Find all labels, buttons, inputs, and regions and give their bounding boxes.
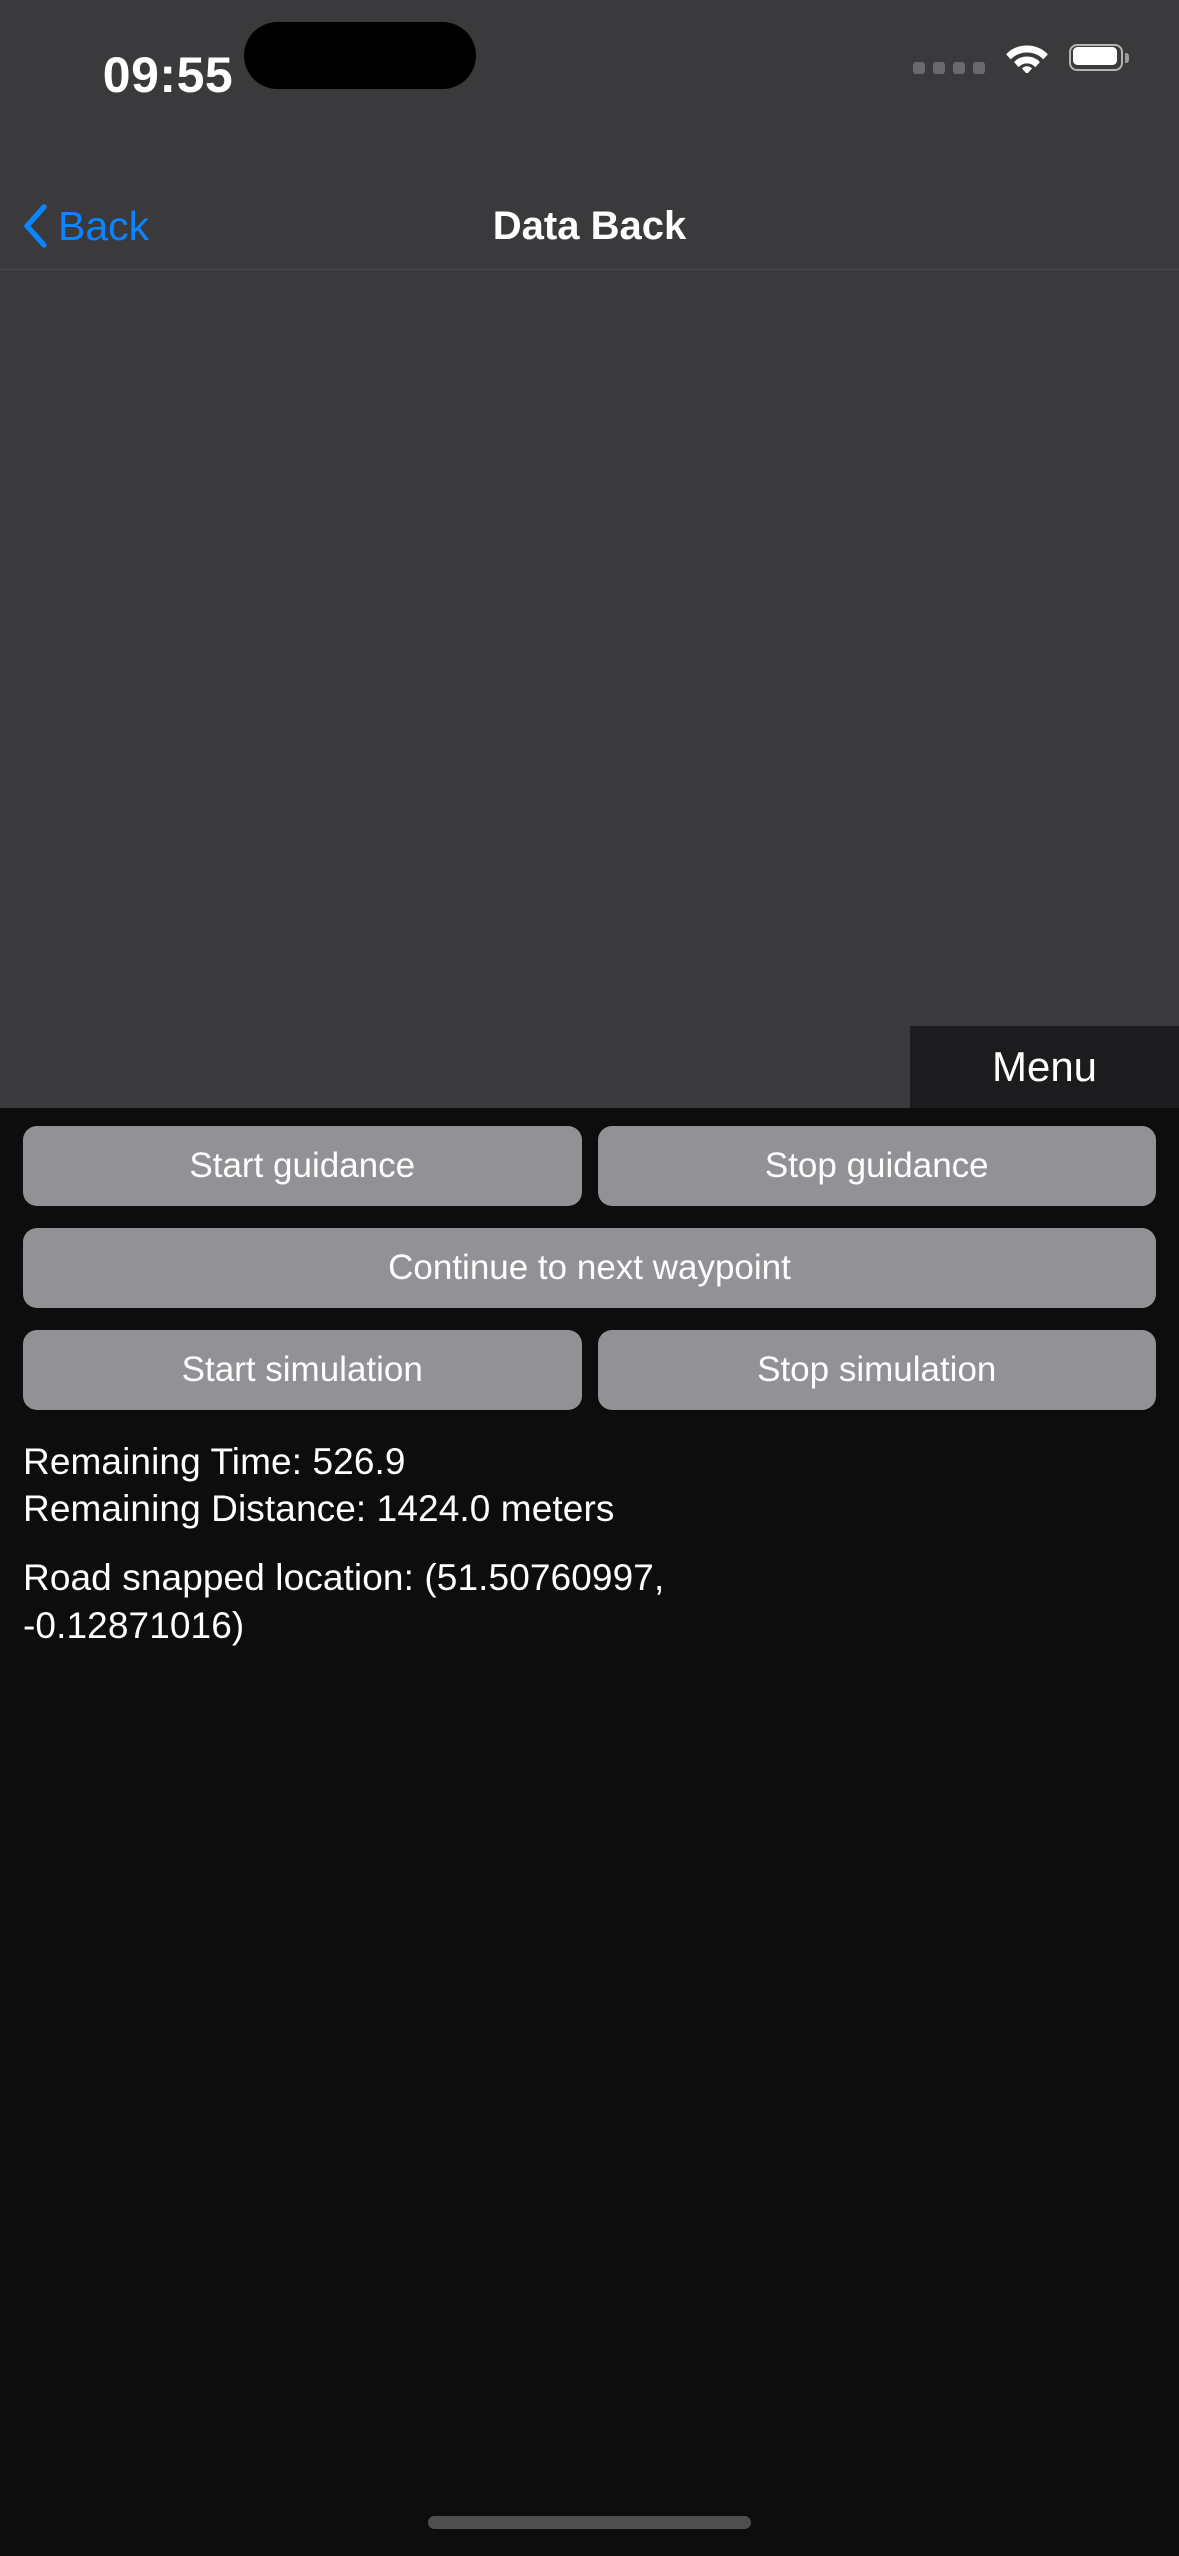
stop-guidance-button[interactable]: Stop guidance bbox=[597, 1126, 1156, 1206]
home-indicator[interactable] bbox=[428, 2515, 751, 2529]
road-snapped-location-line1: Road snapped location: (51.50760997, bbox=[23, 1557, 665, 1598]
road-snapped-location: Road snapped location: (51.50760997, -0.… bbox=[23, 1554, 1156, 1650]
road-snapped-location-line2: -0.12871016) bbox=[23, 1605, 245, 1646]
battery-full-icon bbox=[1069, 43, 1129, 71]
status-indicators bbox=[913, 40, 1129, 74]
wifi-icon bbox=[1005, 41, 1049, 73]
start-guidance-button[interactable]: Start guidance bbox=[23, 1126, 582, 1206]
status-time: 09:55 bbox=[102, 47, 234, 103]
menu-button[interactable]: Menu bbox=[910, 1026, 1179, 1108]
page-title: Data Back bbox=[492, 203, 687, 248]
continue-next-waypoint-button[interactable]: Continue to next waypoint bbox=[23, 1228, 1156, 1308]
waypoint-button-row: Continue to next waypoint bbox=[23, 1228, 1156, 1308]
map-view[interactable]: Menu bbox=[0, 270, 1179, 1108]
cellular-dots-icon bbox=[913, 40, 985, 74]
stop-simulation-button[interactable]: Stop simulation bbox=[597, 1330, 1156, 1410]
home-indicator-area bbox=[0, 2488, 1179, 2556]
dynamic-island bbox=[244, 22, 476, 89]
guidance-button-row: Start guidance Stop guidance bbox=[23, 1126, 1156, 1206]
simulation-button-row: Start simulation Stop simulation bbox=[23, 1330, 1156, 1410]
bottom-spacer bbox=[0, 1650, 1179, 2488]
navigation-bar: Back Data Back bbox=[0, 182, 1179, 270]
remaining-time-text: Remaining Time: 526.9 bbox=[23, 1441, 406, 1482]
navigation-info: Remaining Time: 526.9 Remaining Distance… bbox=[0, 1432, 1179, 1650]
phone-screen: 09:55 Back Data Back Menu Start guidance… bbox=[0, 0, 1179, 2556]
control-panel: Start guidance Stop guidance Continue to… bbox=[0, 1108, 1179, 1432]
start-simulation-button[interactable]: Start simulation bbox=[23, 1330, 582, 1410]
remaining-distance-text: Remaining Distance: 1424.0 meters bbox=[23, 1488, 615, 1529]
status-bar: 09:55 bbox=[0, 0, 1179, 182]
